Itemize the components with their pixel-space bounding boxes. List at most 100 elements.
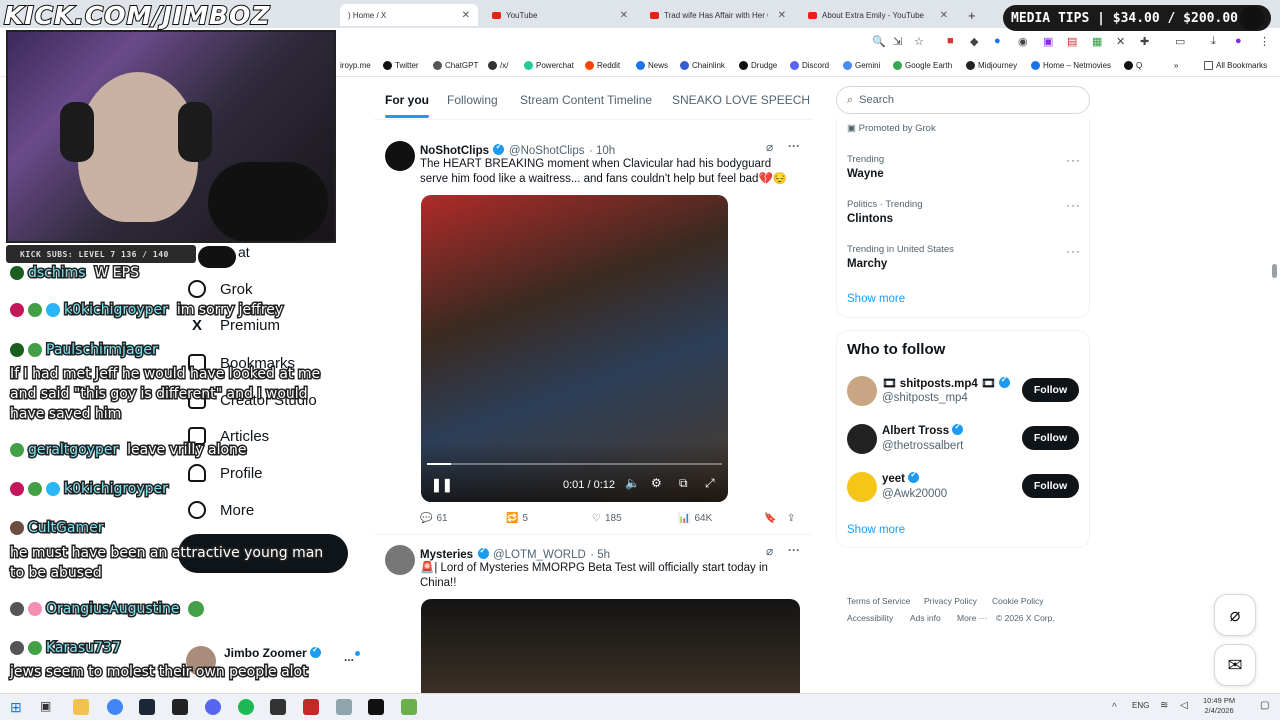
profile-avatar[interactable]: ● [1235, 35, 1242, 47]
tweet[interactable]: Mysteries @LOTM_WORLD · 5h ⌀ ··· 🚨| Lord… [374, 536, 812, 693]
x-app-icon[interactable] [368, 699, 384, 715]
bookmark-item[interactable]: Home – Netmovies [1031, 61, 1111, 70]
grok-icon[interactable]: ⌀ [766, 140, 773, 154]
show-more-trends-link[interactable]: Show more [847, 293, 905, 305]
footer-link-accessibility[interactable]: Accessibility [847, 613, 893, 623]
bookmark-item[interactable]: iroyp.me [340, 61, 371, 70]
close-tab-icon[interactable]: ✕ [462, 10, 470, 21]
tweet[interactable]: NoShotClips @NoShotClips · 10h ⌀ ··· The… [374, 131, 812, 535]
account-name[interactable]: Jimbo Zoomer [224, 645, 322, 660]
views-button[interactable]: 📊 64K [678, 513, 712, 524]
trend-item[interactable]: Politics · Trending Clintons [847, 199, 923, 225]
tray-chevron-icon[interactable]: ^ [1112, 702, 1117, 713]
bookmark-item[interactable]: /x/ [488, 61, 508, 70]
bookmark-item[interactable]: Midjourney [966, 61, 1017, 70]
tab-extra-emily[interactable]: About Extra Emily - YouTube ✕ [800, 4, 956, 26]
tab-sneako-love-speech[interactable]: SNEAKO LOVE SPEECH [672, 93, 810, 107]
tab-trad-wife[interactable]: Trad wife Has Affair with Her Co ✕ [642, 4, 794, 26]
share-button[interactable]: ⇪ [787, 513, 795, 524]
install-icon[interactable]: ⇲ [893, 35, 902, 48]
tab-youtube[interactable]: YouTube ✕ [484, 4, 636, 26]
menu-icon[interactable]: ⋮ [1259, 35, 1270, 48]
spotify-icon[interactable] [238, 699, 254, 715]
nav-item-profile[interactable]: Profile [188, 464, 263, 482]
search-input[interactable]: ⌕ Search [836, 86, 1090, 114]
trend-item[interactable]: Trending in United States Marchy [847, 244, 954, 270]
more-icon[interactable]: ··· [1066, 244, 1081, 258]
clock[interactable]: 10:49 PM 2/4/2026 [1203, 696, 1235, 716]
extension-icon[interactable]: ▣ [1043, 35, 1053, 48]
language-indicator[interactable]: ENG [1132, 701, 1149, 710]
tab-stream-content-timeline[interactable]: Stream Content Timeline [520, 93, 652, 107]
repost-button[interactable]: 🔁 5 [506, 513, 528, 524]
follow-button[interactable]: Follow [1022, 474, 1079, 498]
chevron-right-icon[interactable]: » [1174, 61, 1178, 70]
tweet-author-handle[interactable]: @LOTM_WORLD [493, 549, 586, 561]
bookmark-item[interactable]: Drudge [739, 61, 777, 70]
tab-for-you[interactable]: For you [385, 93, 429, 118]
grok-icon[interactable]: ⌀ [766, 544, 773, 558]
avatar[interactable] [385, 545, 415, 575]
follow-suggestion[interactable]: 🎞 shitposts.mp4 🎞 @shitposts_mp4 Follow [847, 374, 1079, 410]
x-icon[interactable]: ✕ [1116, 35, 1125, 48]
footer-link-privacy[interactable]: Privacy Policy [924, 596, 977, 606]
follow-button[interactable]: Follow [1022, 426, 1079, 450]
more-icon[interactable]: ··· [1066, 153, 1081, 167]
trend-item[interactable]: Trending Wayne [847, 154, 884, 180]
more-icon[interactable]: ··· [1066, 198, 1081, 212]
nav-item-more[interactable]: More [188, 501, 254, 519]
extension-icon[interactable]: ▤ [1067, 35, 1077, 48]
suggestion-name[interactable]: Albert Tross [882, 422, 964, 437]
bookmark-item[interactable]: ChatGPT [433, 61, 478, 70]
tweet-author-handle[interactable]: @NoShotClips [509, 145, 585, 157]
tweet-time[interactable]: · 10h [589, 145, 615, 157]
all-bookmarks[interactable]: All Bookmarks [1204, 61, 1267, 70]
bookmark-item[interactable]: News [636, 61, 668, 70]
tweet-video[interactable]: ❚❚ 0:01 / 0:12 🔈 ⚙ ⧉ ⤢ [421, 195, 728, 502]
avatar[interactable] [847, 424, 877, 454]
extension-icon[interactable]: ● [994, 35, 1001, 47]
windows-start-icon[interactable]: ⊞ [10, 699, 22, 716]
bookmark-item[interactable]: Discord [790, 61, 829, 70]
file-explorer-icon[interactable] [73, 699, 89, 715]
video-progress-track[interactable] [427, 463, 722, 465]
reply-button[interactable]: 💬 61 [420, 513, 448, 524]
scrollbar-thumb[interactable] [1272, 264, 1277, 278]
bookmark-item[interactable]: Chainlink [680, 61, 725, 70]
zoom-icon[interactable]: 🔍 [872, 35, 886, 48]
bookmark-button[interactable]: 🔖 [764, 513, 776, 524]
extension-icon[interactable]: ■ [947, 35, 954, 47]
close-tab-icon[interactable]: ✕ [620, 10, 628, 21]
chrome-icon[interactable] [107, 699, 123, 715]
bookmark-item[interactable]: Q [1124, 61, 1142, 70]
volume-icon[interactable]: 🔈 [625, 476, 640, 490]
close-tab-icon[interactable]: ✕ [778, 10, 786, 21]
follow-suggestion[interactable]: Albert Tross @thetrossalbert Follow [847, 422, 1079, 458]
pause-icon[interactable]: ❚❚ [431, 477, 453, 493]
tab-home-x[interactable]: ) Home / X ✕ [340, 4, 478, 26]
footer-link-cookie[interactable]: Cookie Policy [992, 596, 1044, 606]
pip-icon[interactable]: ⧉ [679, 476, 688, 491]
puzzle-icon[interactable]: ✚ [1140, 35, 1149, 48]
sidepanel-icon[interactable]: ▭ [1175, 35, 1185, 48]
tweet-author-name[interactable]: Mysteries [420, 549, 473, 561]
close-tab-icon[interactable]: ✕ [940, 10, 948, 21]
new-tab-button[interactable]: + [960, 4, 984, 26]
bookmark-item[interactable]: Reddit [585, 61, 620, 70]
tweet-time[interactable]: · 5h [590, 549, 610, 561]
footer-link-more[interactable]: More ··· [957, 613, 987, 623]
suggestion-name[interactable]: 🎞 shitposts.mp4 🎞 [882, 375, 1010, 390]
tweet-author-name[interactable]: NoShotClips [420, 145, 489, 157]
notification-icon[interactable]: ▢ [1260, 700, 1269, 711]
steam-icon[interactable] [139, 699, 155, 715]
avatar[interactable] [847, 472, 877, 502]
extension-icon[interactable]: ◉ [1018, 35, 1028, 48]
bookmark-item[interactable]: Gemini [843, 61, 880, 70]
obs-icon[interactable] [270, 699, 286, 715]
app-icon[interactable] [336, 699, 352, 715]
show-more-follow-link[interactable]: Show more [847, 524, 905, 536]
suggestion-name[interactable]: yeet [882, 470, 920, 485]
minecraft-icon[interactable] [401, 699, 417, 715]
extension-icon[interactable]: ◆ [970, 35, 978, 48]
messages-button[interactable]: ✉ [1214, 644, 1256, 686]
